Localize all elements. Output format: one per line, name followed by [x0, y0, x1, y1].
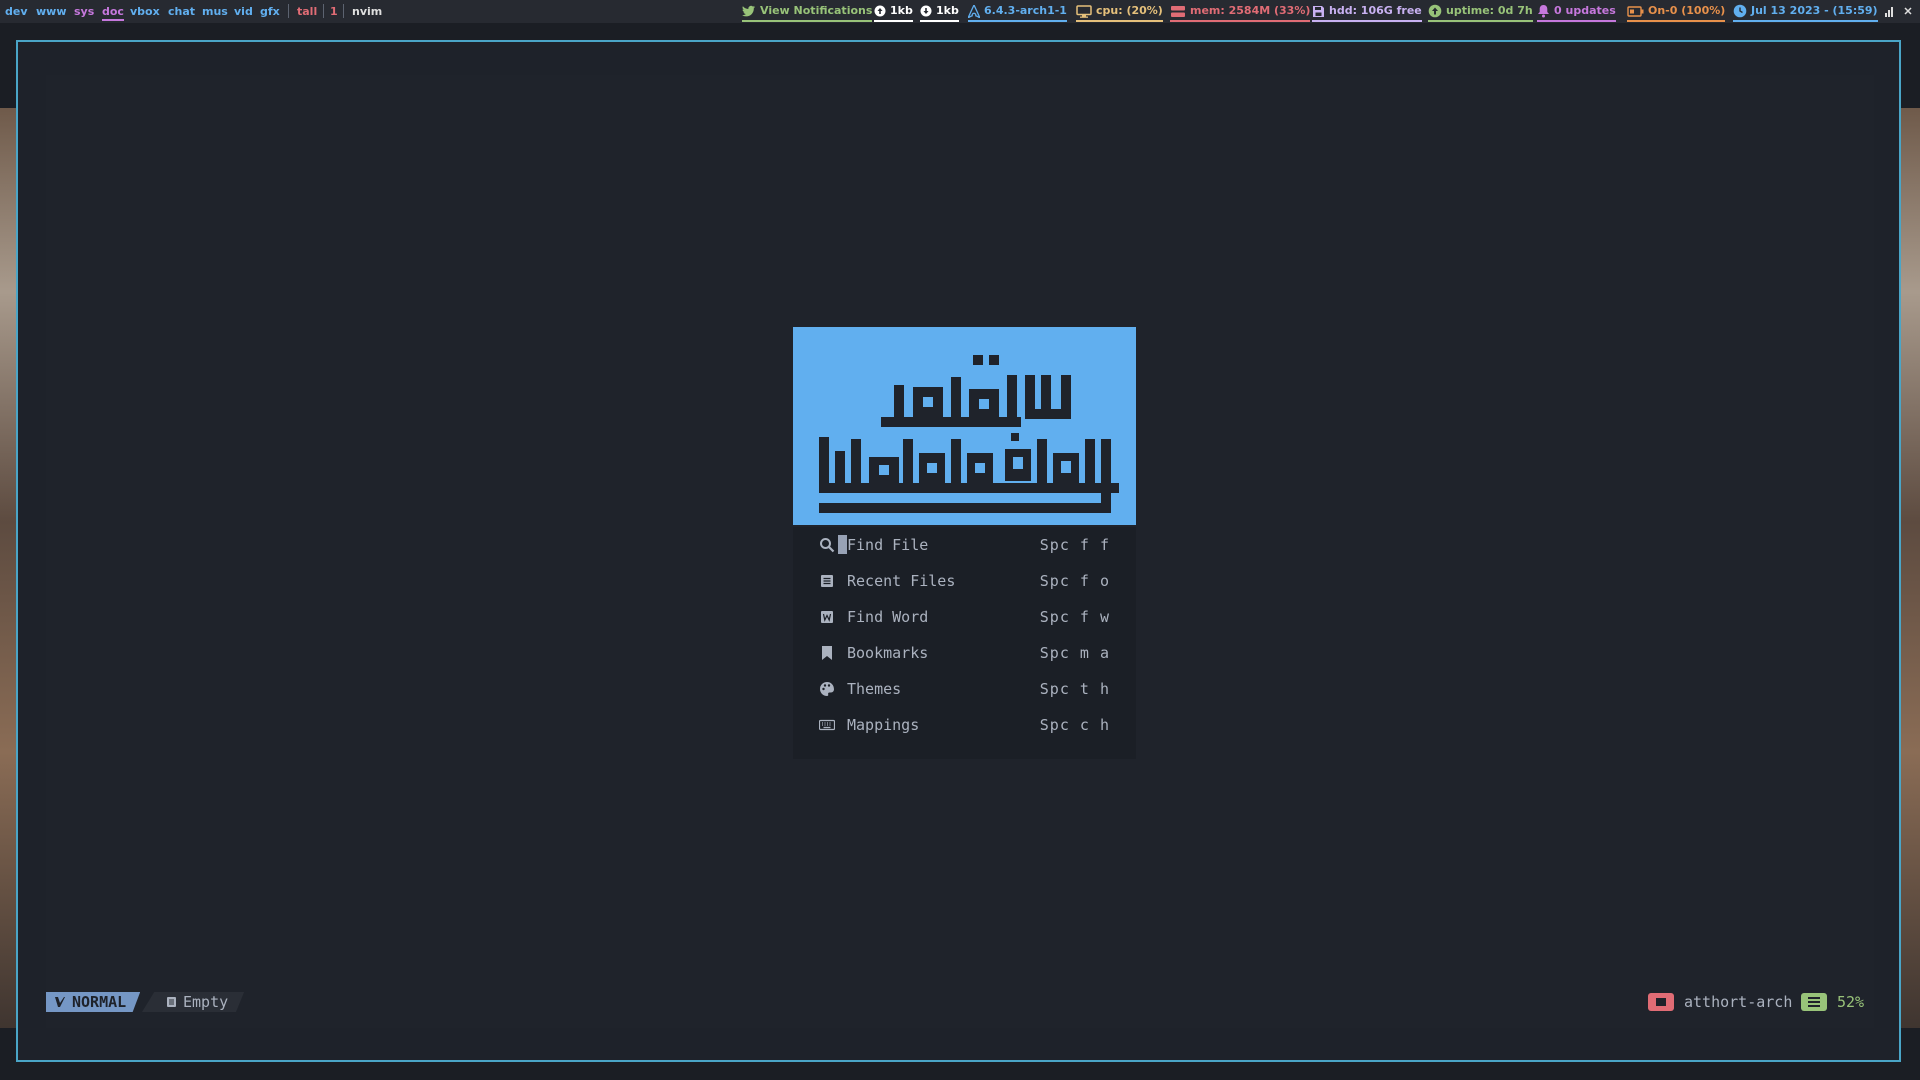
clock-icon: [1733, 4, 1747, 18]
mem-value: mem: 2584M (33%): [1190, 4, 1311, 17]
menu-item-shortcut: Spc f o: [1039, 572, 1110, 590]
uptime-value: uptime: 0d 7h: [1446, 4, 1533, 17]
workspace-mus[interactable]: mus: [202, 4, 228, 19]
progress-segment: 52%: [1801, 992, 1864, 1012]
download-icon: [920, 5, 932, 17]
mode-indicator: NORMAL: [46, 992, 141, 1012]
workspace-dev[interactable]: dev: [5, 4, 28, 19]
hdd-widget: hdd: 106G free: [1312, 3, 1422, 22]
clock-widget[interactable]: Jul 13 2023 - (15:59): [1733, 3, 1878, 22]
dashboard-logo: [793, 327, 1136, 525]
workspace-sys[interactable]: sys: [74, 4, 94, 19]
net-down-widget: 1kb: [920, 3, 959, 22]
bell-icon: [1538, 5, 1549, 18]
battery-value: On-0 (100%): [1648, 4, 1726, 17]
menu-item-shortcut: Spc t h: [1039, 680, 1110, 698]
net-down-value: 1kb: [936, 4, 959, 17]
arch-icon: [968, 4, 980, 18]
net-up-value: 1kb: [890, 4, 913, 17]
menu-item-mappings[interactable]: Mappings Spc c h: [793, 707, 1136, 743]
window-count: 1: [330, 5, 338, 18]
battery-widget: On-0 (100%): [1627, 3, 1726, 22]
host-name: atthort-arch: [1684, 993, 1793, 1011]
cpu-widget: cpu: (20%): [1076, 3, 1163, 22]
menu-item-shortcut: Spc m a: [1039, 644, 1110, 662]
file-name: Empty: [183, 993, 229, 1011]
signal-icon: [1885, 7, 1912, 17]
workspace-vid[interactable]: vid: [234, 4, 253, 19]
workspace-gfx[interactable]: gfx: [260, 4, 280, 19]
menu-item-shortcut: Spc f w: [1039, 608, 1110, 626]
menu-item-label: Recent Files: [847, 572, 956, 590]
hdd-value: hdd: 106G free: [1329, 4, 1422, 17]
window-title: nvim: [352, 5, 383, 18]
clock-value: Jul 13 2023 - (15:59): [1751, 4, 1878, 17]
updates-widget[interactable]: 0 updates: [1537, 3, 1616, 22]
menu-item-label: Themes: [847, 680, 902, 698]
file-segment: Empty: [142, 992, 245, 1012]
menu-item-find-file[interactable]: Find File Spc f f: [793, 527, 1136, 563]
top-bar: dev www sys doc vbox chat mus vid gfx ta…: [0, 0, 1920, 23]
kernel-version: 6.4.3-arch1-1: [984, 4, 1067, 17]
battery-icon: [1627, 5, 1644, 17]
progress-value: 52%: [1837, 993, 1865, 1011]
updates-value: 0 updates: [1554, 4, 1616, 17]
notifications-label: View Notifications: [760, 4, 873, 17]
separator: [323, 4, 324, 18]
menu-item-label: Find Word: [847, 608, 929, 626]
net-up-widget: 1kb: [874, 3, 913, 22]
twitter-icon: [742, 5, 755, 17]
systray[interactable]: [1883, 4, 1917, 21]
menu-item-label: Mappings: [847, 716, 920, 734]
cpu-value: cpu: (20%): [1096, 4, 1163, 17]
wallpaper-right: [1898, 108, 1920, 1028]
upload-icon: [874, 5, 886, 17]
bookmark-icon: [822, 646, 832, 660]
file-icon: [167, 997, 176, 1007]
menu-item-bookmarks[interactable]: Bookmarks Spc m a: [793, 635, 1136, 671]
memory-icon: [1171, 5, 1185, 17]
floppy-icon: [1313, 5, 1324, 17]
menu-item-shortcut: Spc c h: [1039, 716, 1110, 734]
separator: [343, 4, 344, 18]
monitor-icon: [1076, 4, 1092, 18]
host-segment: atthort-arch: [1648, 992, 1792, 1012]
lines-icon: [1801, 993, 1827, 1011]
menu-item-label: Find File: [847, 536, 929, 554]
vim-icon: [55, 997, 65, 1007]
word-icon: [821, 611, 833, 623]
menu-item-label: Bookmarks: [847, 644, 929, 662]
menu-item-find-word[interactable]: Find Word Spc f w: [793, 599, 1136, 635]
text-cursor: [838, 535, 847, 554]
dashboard-menu: Find File Spc f f Recent Files Spc f o F…: [793, 527, 1136, 759]
statusline: NORMAL Empty atthort-arch 52%: [46, 990, 1874, 1014]
menu-item-themes[interactable]: Themes Spc t h: [793, 671, 1136, 707]
workspace-doc[interactable]: doc: [102, 4, 124, 21]
mode-label: NORMAL: [72, 993, 127, 1011]
menu-item-recent-files[interactable]: Recent Files Spc f o: [793, 563, 1136, 599]
uptime-widget: uptime: 0d 7h: [1428, 3, 1533, 22]
keyboard-icon: [819, 719, 835, 731]
menu-item-shortcut: Spc f f: [1039, 536, 1110, 554]
file-icon: [821, 575, 833, 587]
palette-icon: [820, 682, 834, 696]
search-icon: [820, 538, 835, 553]
workspace-chat[interactable]: chat: [168, 4, 195, 19]
notifications-widget[interactable]: View Notifications: [742, 3, 873, 22]
kufic-calligraphy-logo: [819, 355, 1119, 513]
layout-indicator[interactable]: tall: [297, 4, 317, 19]
workspace-www[interactable]: www: [36, 4, 67, 19]
kernel-widget: 6.4.3-arch1-1: [968, 3, 1067, 22]
separator: [288, 4, 289, 18]
folder-icon: [1648, 993, 1674, 1011]
mem-widget: mem: 2584M (33%): [1170, 3, 1311, 22]
workspace-vbox[interactable]: vbox: [130, 4, 160, 19]
arrow-up-circle-icon: [1428, 4, 1442, 18]
